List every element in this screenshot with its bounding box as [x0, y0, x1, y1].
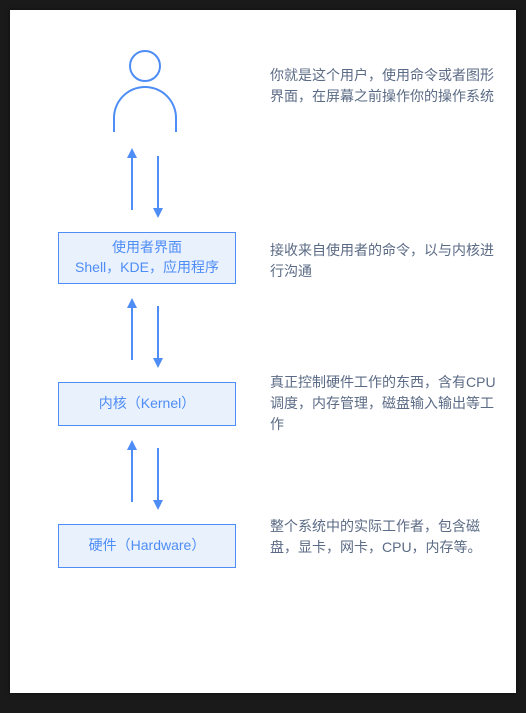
- user-icon: [110, 50, 180, 135]
- node-kernel: 内核（Kernel）: [58, 382, 236, 426]
- user-head-shape: [129, 50, 161, 82]
- node-hardware-label: 硬件（Hardware）: [89, 536, 206, 556]
- desc-hardware: 整个系统中的实际工作者，包含磁盘，显卡，网卡，CPU，内存等。: [270, 516, 500, 558]
- node-shell-line1: 使用者界面: [112, 238, 182, 258]
- arrow-user-shell: [110, 148, 180, 218]
- arrow-kernel-hardware: [110, 440, 180, 510]
- desc-user: 你就是这个用户，使用命令或者图形界面，在屏幕之前操作你的操作系统: [270, 65, 500, 107]
- node-shell-line2: Shell，KDE，应用程序: [75, 258, 219, 278]
- diagram-canvas: 你就是这个用户，使用命令或者图形界面，在屏幕之前操作你的操作系统 使用者界面 S…: [10, 10, 516, 693]
- node-kernel-label: 内核（Kernel）: [99, 394, 195, 414]
- node-shell: 使用者界面 Shell，KDE，应用程序: [58, 232, 236, 284]
- node-hardware: 硬件（Hardware）: [58, 524, 236, 568]
- desc-kernel: 真正控制硬件工作的东西，含有CPU调度，内存管理，磁盘输入输出等工作: [270, 372, 500, 435]
- desc-shell: 接收来自使用者的命令，以与内核进行沟通: [270, 240, 500, 282]
- diagram-page: 你就是这个用户，使用命令或者图形界面，在屏幕之前操作你的操作系统 使用者界面 S…: [10, 10, 516, 693]
- arrow-shell-kernel: [110, 298, 180, 368]
- user-body-shape: [113, 86, 177, 132]
